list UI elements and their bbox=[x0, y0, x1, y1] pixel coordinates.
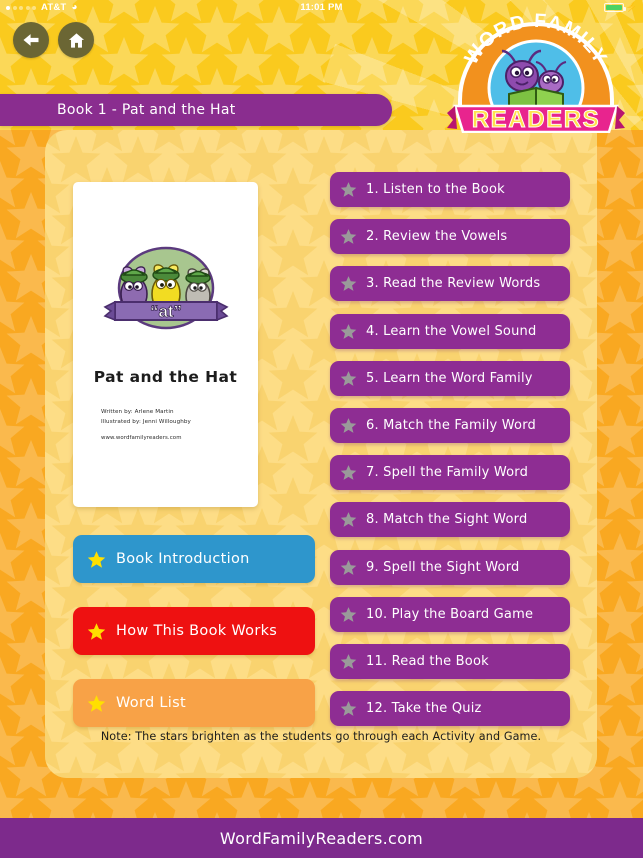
side-button-label: How This Book Works bbox=[116, 623, 278, 639]
star-icon bbox=[340, 654, 357, 669]
activity-button-label: 12. Take the Quiz bbox=[366, 701, 482, 717]
star-icon bbox=[340, 182, 357, 197]
logo-banner-text: READERS bbox=[472, 106, 601, 133]
back-button[interactable] bbox=[13, 22, 49, 58]
clock-label: 11:01 PM bbox=[300, 2, 343, 13]
side-button-label: Word List bbox=[116, 695, 186, 711]
side-button-how-this-book-works[interactable]: How This Book Works bbox=[73, 607, 315, 655]
activity-button-label: 8. Match the Sight Word bbox=[366, 512, 528, 528]
activity-button-8[interactable]: 8. Match the Sight Word bbox=[330, 502, 570, 538]
status-bar: AT&T ◕ 11:01 PM ⚡ bbox=[0, 0, 643, 15]
activity-button-5[interactable]: 5. Learn the Word Family bbox=[330, 360, 570, 396]
star-icon bbox=[87, 694, 106, 712]
activity-button-label: 10. Play the Board Game bbox=[366, 606, 534, 622]
home-button[interactable] bbox=[58, 22, 94, 58]
star-icon bbox=[87, 550, 106, 568]
back-arrow-icon bbox=[23, 34, 39, 46]
book-cover-credits: Written by: Arlene Martin Illustrated by… bbox=[101, 408, 191, 428]
stars-note-label: Note: The stars brighten as the students… bbox=[100, 730, 542, 743]
book-title-bar: Book 1 - Pat and the Hat bbox=[0, 94, 392, 126]
activity-button-9[interactable]: 9. Spell the Sight Word bbox=[330, 549, 570, 585]
activity-button-label: 4. Learn the Vowel Sound bbox=[366, 323, 537, 339]
activity-button-7[interactable]: 7. Spell the Family Word bbox=[330, 455, 570, 491]
activity-button-11[interactable]: 11. Read the Book bbox=[330, 644, 570, 679]
star-icon bbox=[340, 276, 357, 292]
content-area: “at” Pat and the Hat Written by: Arlene … bbox=[45, 130, 597, 778]
word-family-label: “at” bbox=[149, 302, 181, 321]
book-cover-illustration: “at” bbox=[102, 246, 229, 330]
side-button-label: Book Introduction bbox=[116, 551, 250, 567]
activity-button-6[interactable]: 6. Match the Family Word bbox=[330, 408, 570, 443]
activity-button-label: 1. Listen to the Book bbox=[366, 182, 505, 197]
activity-button-1[interactable]: 1. Listen to the Book bbox=[330, 172, 570, 207]
illustrated-by-label: Illustrated by: Jenni Willoughby bbox=[101, 418, 191, 425]
activity-button-label: 11. Read the Book bbox=[366, 654, 489, 669]
activity-button-2[interactable]: 2. Review the Vowels bbox=[330, 219, 570, 255]
star-icon bbox=[340, 418, 357, 433]
star-icon bbox=[87, 622, 106, 640]
activity-button-label: 7. Spell the Family Word bbox=[366, 465, 529, 481]
side-button-word-list[interactable]: Word List bbox=[73, 679, 315, 727]
star-icon bbox=[340, 559, 357, 575]
book-cover-title: Pat and the Hat bbox=[93, 368, 238, 386]
book-cover-card[interactable]: “at” Pat and the Hat Written by: Arlene … bbox=[73, 182, 258, 507]
side-button-book-introduction[interactable]: Book Introduction bbox=[73, 535, 315, 583]
star-icon bbox=[340, 370, 357, 386]
activity-button-3[interactable]: 3. Read the Review Words bbox=[330, 266, 570, 302]
book-cover-url: www.wordfamilyreaders.com bbox=[101, 435, 182, 441]
star-icon bbox=[340, 465, 357, 481]
star-icon bbox=[340, 606, 357, 622]
activity-button-label: 9. Spell the Sight Word bbox=[366, 559, 520, 575]
written-by-label: Written by: Arlene Martin bbox=[101, 409, 174, 415]
home-icon bbox=[68, 32, 84, 48]
activity-button-label: 2. Review the Vowels bbox=[366, 229, 508, 245]
activity-button-label: 3. Read the Review Words bbox=[366, 276, 541, 292]
star-icon bbox=[340, 229, 357, 245]
star-icon bbox=[340, 701, 357, 717]
activity-button-label: 5. Learn the Word Family bbox=[366, 370, 533, 386]
activity-button-4[interactable]: 4. Learn the Vowel Sound bbox=[330, 313, 570, 349]
activity-button-10[interactable]: 10. Play the Board Game bbox=[330, 596, 570, 632]
word-family-readers-logo: WORD FAMILY READERS bbox=[447, 8, 625, 137]
activity-button-12[interactable]: 12. Take the Quiz bbox=[330, 691, 570, 727]
star-icon bbox=[340, 512, 357, 528]
star-icon bbox=[340, 323, 357, 339]
activity-button-label: 6. Match the Family Word bbox=[366, 418, 536, 433]
footer-bar: WordFamilyReaders.com bbox=[0, 818, 643, 858]
battery-icon bbox=[603, 3, 626, 12]
book-title-label: Book 1 - Pat and the Hat bbox=[57, 102, 236, 118]
footer-site-label: WordFamilyReaders.com bbox=[219, 828, 424, 848]
